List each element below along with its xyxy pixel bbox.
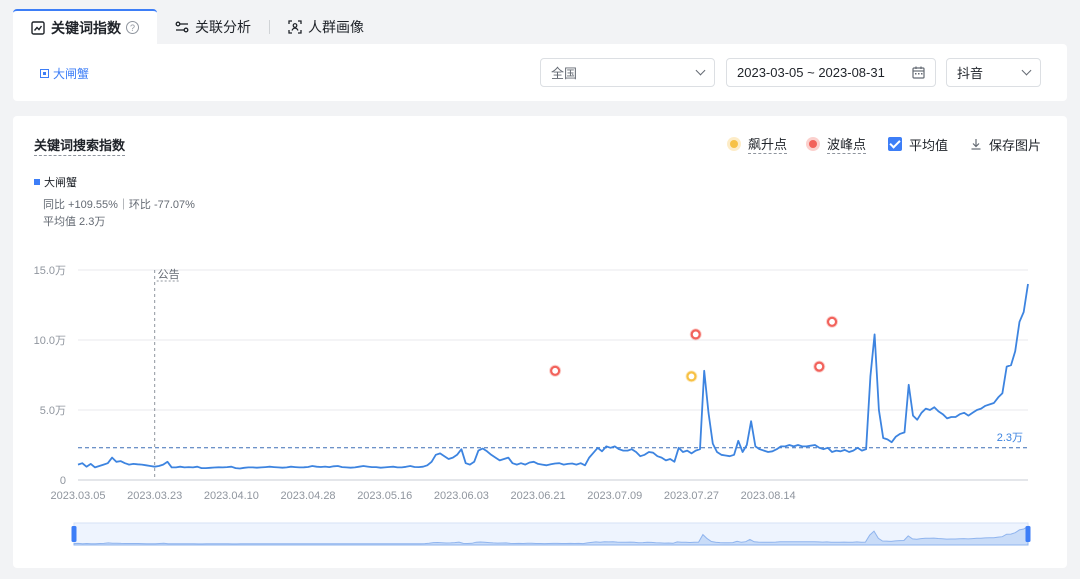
- x-tick-label: 2023.07.27: [664, 490, 719, 502]
- peak-point: [690, 329, 701, 340]
- event-marker-label: 公告: [158, 268, 180, 281]
- x-tick-label: 2023.04.28: [281, 490, 336, 502]
- line-chart: 0 5.0万 10.0万 15.0万 2023.03.05 2023.03.23 2023.…: [34, 265, 1031, 546]
- navigator-handle[interactable]: [71, 526, 77, 542]
- peak-point: [814, 361, 825, 372]
- average-label: 2.3万: [997, 432, 1023, 444]
- x-tick-label: 2023.03.23: [127, 490, 182, 502]
- x-tick-label: 2023.06.21: [511, 490, 566, 502]
- navigator-handle[interactable]: [1025, 526, 1031, 542]
- y-tick-label: 10.0万: [34, 335, 66, 347]
- y-tick-label: 5.0万: [40, 405, 66, 417]
- x-tick-label: 2023.07.09: [587, 490, 642, 502]
- x-tick-label: 2023.06.03: [434, 490, 489, 502]
- peak-point: [826, 316, 838, 327]
- y-tick-label: 15.0万: [34, 265, 66, 277]
- surge-point: [686, 371, 697, 382]
- x-tick-label: 2023.05.16: [357, 490, 412, 502]
- x-tick-label: 2023.08.14: [741, 490, 796, 502]
- x-tick-label: 2023.03.05: [50, 490, 105, 502]
- peak-point: [550, 365, 561, 376]
- x-tick-label: 2023.04.10: [204, 490, 259, 502]
- y-tick-label: 0: [60, 475, 66, 487]
